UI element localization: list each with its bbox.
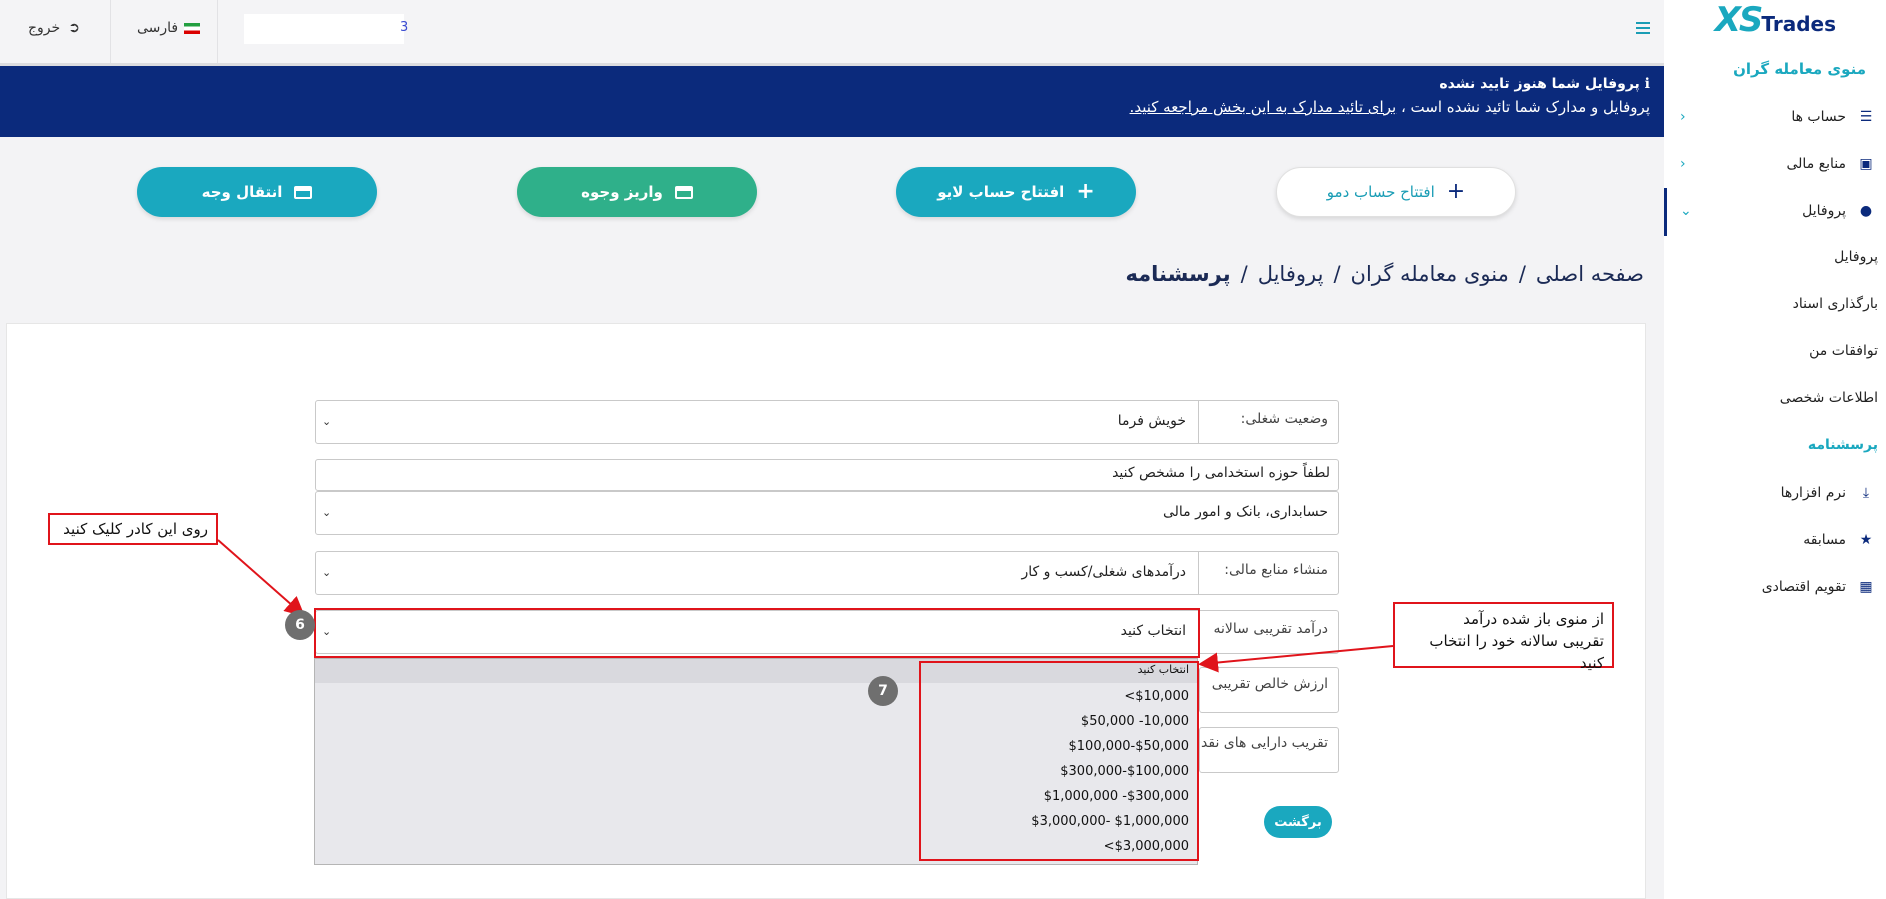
arrow-to-select: [217, 539, 306, 617]
sidebar-subitem-profile[interactable]: پروفایل: [1834, 249, 1878, 265]
user-icon: ●: [1859, 203, 1873, 219]
sidebar-subitem-documents[interactable]: بارگذاری اسناد: [1793, 296, 1878, 312]
sidebar-item-profile[interactable]: ● پروفایل ⌄: [1664, 191, 1886, 231]
sidebar-item-contest[interactable]: ★ مسابقه: [1664, 520, 1886, 560]
sidebar-active-indicator: [1664, 188, 1667, 236]
sidebar-item-funds[interactable]: ▣ منابع مالی ‹: [1664, 144, 1886, 184]
sidebar-item-label: حساب ها: [1791, 109, 1846, 125]
sidebar-subitem-questionnaire[interactable]: پرسشنامه: [1808, 437, 1878, 453]
sidebar-item-calendar[interactable]: ▦ تقویم اقتصادی: [1664, 567, 1886, 607]
sidebar-item-label: مسابقه: [1803, 532, 1846, 548]
sidebar-subitem-agreements[interactable]: توافقات من: [1809, 343, 1878, 359]
sidebar-item-software[interactable]: ⤓ نرم افزارها: [1664, 473, 1886, 513]
logo-xs: XS: [1714, 0, 1764, 40]
chevron-down-icon: ⌄: [1680, 203, 1692, 219]
xstrades-logo[interactable]: XSTrades: [1715, 0, 1838, 40]
sidebar-item-label: منابع مالی: [1786, 156, 1847, 172]
chevron-left-icon: ‹: [1680, 156, 1686, 172]
sidebar-item-accounts[interactable]: ☰ حساب ها ‹: [1664, 97, 1886, 137]
annotation-arrows: [217, 539, 1394, 673]
sidebar-menu-title: منوی معامله گران: [1733, 60, 1866, 78]
chevron-left-icon: ‹: [1680, 109, 1686, 125]
sidebar-item-label: تقویم اقتصادی: [1761, 579, 1846, 595]
sidebar-item-label: پروفایل: [1802, 203, 1846, 219]
calendar-icon: ▦: [1859, 579, 1873, 595]
step-badge-7: 7: [868, 676, 898, 706]
trophy-icon: ★: [1859, 532, 1873, 548]
sidebar-item-label: نرم افزارها: [1780, 485, 1846, 501]
step-badge-6: 6: [285, 610, 315, 640]
sidebar: XSTrades منوی معامله گران ☰ حساب ها ‹ ▣ …: [1664, 0, 1886, 899]
download-icon: ⤓: [1862, 485, 1870, 501]
arrow-to-options: [1198, 645, 1394, 673]
sidebar-subitem-personal-info[interactable]: اطلاعات شخصی: [1780, 390, 1878, 406]
wallet-icon: ▣: [1859, 156, 1873, 172]
list-icon: ☰: [1859, 109, 1873, 125]
logo-trades: Trades: [1761, 12, 1836, 36]
